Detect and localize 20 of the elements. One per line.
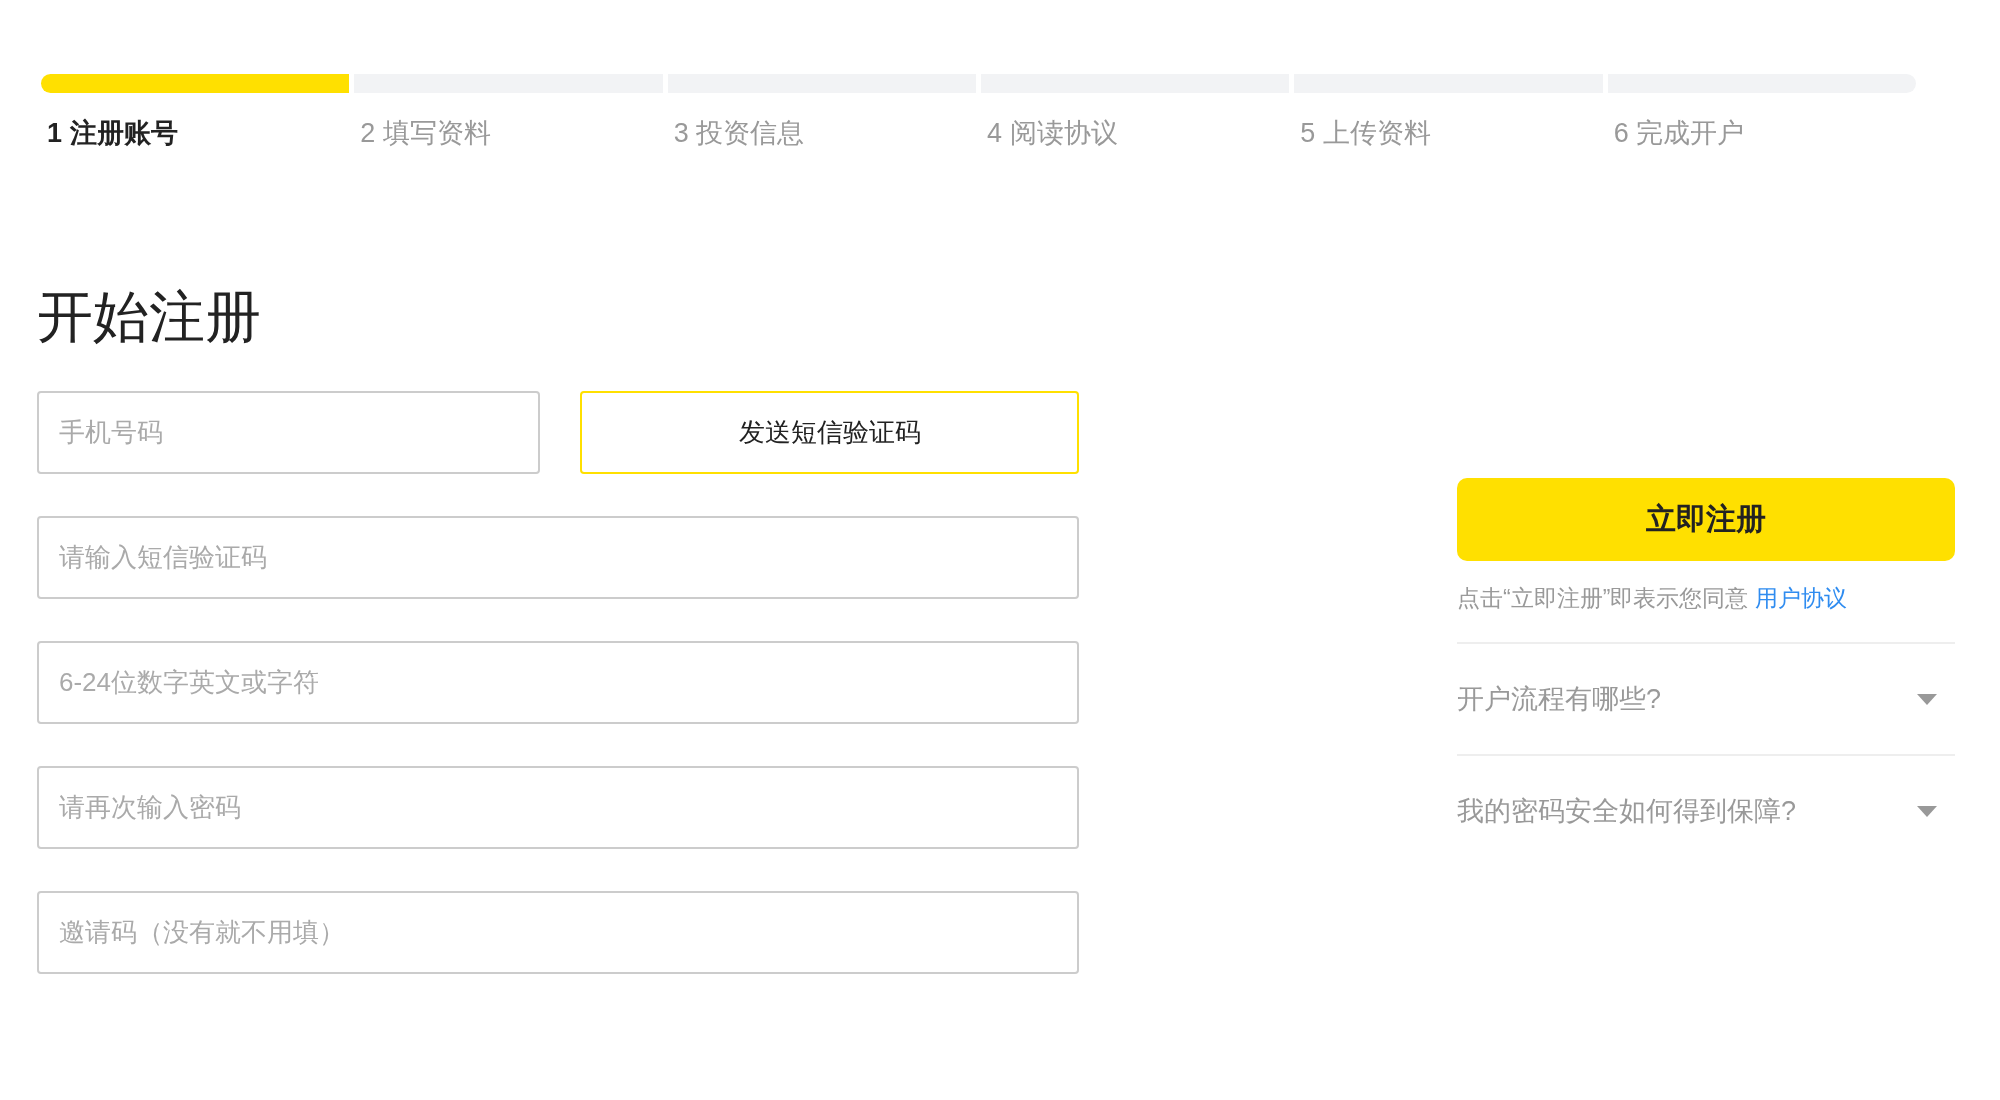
page-title: 开始注册 <box>37 289 262 345</box>
step-label: 1 注册账号 <box>47 118 178 148</box>
step-label: 4 阅读协议 <box>987 118 1118 148</box>
input-field[interactable]: 请再次输入密码 <box>37 766 1079 849</box>
step-label: 2 填写资料 <box>360 118 491 148</box>
faq-question[interactable]: 开户流程有哪些? <box>1457 681 1662 717</box>
faq-question[interactable]: 我的密码安全如何得到保障? <box>1457 793 1797 829</box>
input-field[interactable]: 邀请码（没有就不用填） <box>37 891 1079 974</box>
phone-field[interactable]: 手机号码 <box>37 391 540 474</box>
caret-down-icon[interactable] <box>1917 693 1937 705</box>
step-label: 5 上传资料 <box>1300 118 1431 148</box>
user-agreement-link[interactable]: 用户协议 <box>1754 585 1847 611</box>
input-field[interactable]: 请输入短信验证码 <box>37 516 1079 599</box>
register-button[interactable]: 立即注册 <box>1457 478 1955 561</box>
step-label: 3 投资信息 <box>673 118 805 148</box>
send-code-button[interactable]: 发送短信验证码 <box>580 391 1079 474</box>
step-label: 6 完成开户 <box>1613 118 1745 148</box>
caret-down-icon[interactable] <box>1917 805 1937 817</box>
input-field[interactable]: 6-24位数字英文或字符 <box>37 641 1079 724</box>
agreement-text: 点击“立即注册”即表示您同意 <box>1457 585 1749 611</box>
